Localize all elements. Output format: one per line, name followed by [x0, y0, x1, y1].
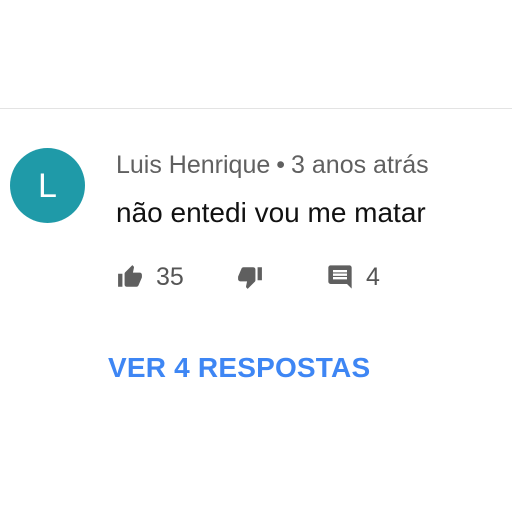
- reply-count: 4: [366, 263, 380, 291]
- comment-screen: L Luis Henrique • 3 anos atrás não entedi …: [0, 0, 512, 512]
- thumbs-up-icon: [116, 264, 144, 290]
- comment-timestamp: 3 anos atrás: [291, 151, 429, 179]
- avatar[interactable]: L: [10, 148, 85, 223]
- thumbs-down-icon: [236, 264, 264, 290]
- meta-separator: •: [276, 151, 286, 179]
- comment-text: não entedi vou me matar: [116, 197, 426, 228]
- avatar-initial: L: [38, 166, 57, 205]
- divider: [0, 108, 512, 109]
- like-button[interactable]: 35: [116, 262, 184, 292]
- reply-button[interactable]: 4: [326, 262, 380, 292]
- view-replies-button[interactable]: VER 4 RESPOSTAS: [108, 351, 370, 385]
- author-name[interactable]: Luis Henrique: [116, 151, 270, 179]
- like-count: 35: [156, 263, 184, 291]
- comment-meta: Luis Henrique • 3 anos atrás: [116, 150, 429, 180]
- dislike-button[interactable]: [236, 264, 264, 290]
- comment-icon: [326, 263, 354, 291]
